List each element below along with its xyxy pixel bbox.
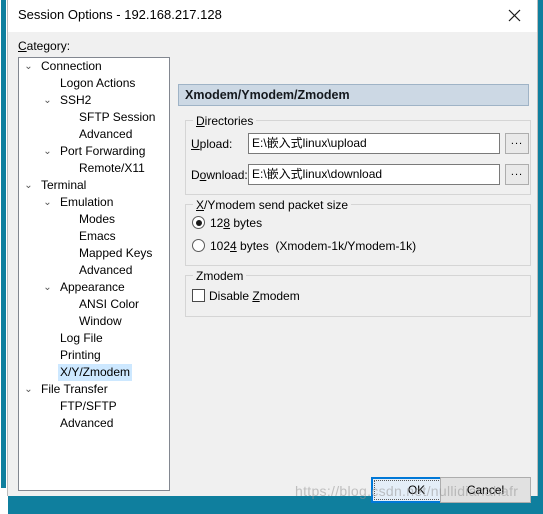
title-bar: Session Options - 192.168.217.128 — [8, 0, 537, 32]
download-browse-button[interactable]: ... — [505, 164, 529, 185]
checkbox-disable-zmodem[interactable]: Disable Zmodem — [192, 288, 300, 304]
radio-128-bytes[interactable]: 128 bytes — [192, 215, 262, 231]
sidebar-item-advanced[interactable]: Advanced — [19, 262, 169, 279]
zmodem-legend: Zmodem — [193, 269, 247, 283]
upload-browse-button[interactable]: ... — [505, 133, 529, 154]
sidebar-item-label: Appearance — [60, 280, 125, 294]
sidebar-item-x-y-zmodem[interactable]: X/Y/Zmodem — [19, 364, 169, 381]
chevron-down-icon[interactable]: ⌄ — [41, 143, 54, 160]
directories-group: Directories Upload: E:\嵌入式linux\upload .… — [185, 114, 531, 195]
session-options-dialog: Session Options - 192.168.217.128 Catego… — [7, 0, 538, 496]
sidebar-item-label: File Transfer — [41, 382, 108, 396]
directories-legend: Directories — [193, 114, 257, 128]
sidebar-item-sftp-session[interactable]: SFTP Session — [19, 109, 169, 126]
sidebar-item-printing[interactable]: Printing — [19, 347, 169, 364]
sidebar-item-connection[interactable]: ⌄ Connection — [19, 58, 169, 75]
sidebar-item-ssh2[interactable]: ⌄ SSH2 — [19, 92, 169, 109]
upload-path-input[interactable]: E:\嵌入式linux\upload — [248, 133, 500, 154]
sidebar-item-log-file[interactable]: Log File — [19, 330, 169, 347]
sidebar-item-label: Emacs — [79, 229, 116, 243]
sidebar-item-label: Logon Actions — [60, 76, 136, 90]
sidebar-item-label: Modes — [79, 212, 116, 226]
desktop-left-stripe-inner — [1, 0, 6, 488]
sidebar-item-label: Advanced — [79, 263, 133, 277]
sidebar-item-label: Advanced — [79, 127, 133, 141]
window-title: Session Options - 192.168.217.128 — [18, 7, 222, 22]
sidebar-item-label: X/Y/Zmodem — [58, 364, 133, 381]
sidebar-item-terminal[interactable]: ⌄ Terminal — [19, 177, 169, 194]
checkbox-disable-zmodem-label: Disable Zmodem — [209, 289, 300, 303]
sidebar-item-ftp-sftp[interactable]: FTP/SFTP — [19, 398, 169, 415]
download-label: Download: — [191, 168, 248, 182]
sidebar-item-appearance[interactable]: ⌄ Appearance — [19, 279, 169, 296]
sidebar-item-label: SSH2 — [60, 93, 92, 107]
sidebar-item-mapped-keys[interactable]: Mapped Keys — [19, 245, 169, 262]
sidebar-item-label: FTP/SFTP — [60, 399, 117, 413]
radio-1024-bytes[interactable]: 1024 bytes (Xmodem-1k/Ymodem-1k) — [192, 238, 416, 254]
sidebar-item-file-transfer[interactable]: ⌄ File Transfer — [19, 381, 169, 398]
page-title: Xmodem/Ymodem/Zmodem — [178, 84, 529, 106]
sidebar-item-label: SFTP Session — [79, 110, 156, 124]
radio-128-bytes-label: 128 bytes — [210, 216, 263, 230]
desktop-right-edge — [538, 0, 543, 514]
sidebar-item-advanced[interactable]: Advanced — [19, 126, 169, 143]
sidebar-item-label: Terminal — [41, 178, 87, 192]
sidebar-item-label: Printing — [60, 348, 101, 362]
sidebar-item-label: ANSI Color — [79, 297, 140, 311]
sidebar-item-logon-actions[interactable]: Logon Actions — [19, 75, 169, 92]
sidebar-item-emacs[interactable]: Emacs — [19, 228, 169, 245]
sidebar-item-modes[interactable]: Modes — [19, 211, 169, 228]
sidebar-item-label: Port Forwarding — [60, 144, 146, 158]
sidebar-item-remote-x11[interactable]: Remote/X11 — [19, 160, 169, 177]
radio-128-bytes-mark — [192, 216, 205, 229]
zmodem-group: Zmodem Disable Zmodem — [185, 269, 531, 317]
chevron-down-icon[interactable]: ⌄ — [41, 194, 54, 211]
chevron-down-icon[interactable]: ⌄ — [22, 177, 35, 194]
sidebar-item-window[interactable]: Window — [19, 313, 169, 330]
upload-label: Upload: — [191, 137, 233, 151]
sidebar-item-ansi-color[interactable]: ANSI Color — [19, 296, 169, 313]
dialog-body: Category: ⌄ Connection Logon Actions ⌄ SSH2 S… — [8, 32, 537, 496]
sidebar-item-label: Log File — [60, 331, 103, 345]
sidebar-item-label: Window — [79, 314, 122, 328]
radio-1024-bytes-label: 1024 bytes (Xmodem-1k/Ymodem-1k) — [210, 239, 417, 253]
checkbox-disable-zmodem-mark — [192, 289, 205, 302]
download-path-input[interactable]: E:\嵌入式linux\download — [248, 164, 500, 185]
cancel-button[interactable]: Cancel — [440, 477, 531, 503]
sidebar-item-emulation[interactable]: ⌄ Emulation — [19, 194, 169, 211]
sidebar-item-label: Connection — [41, 59, 102, 73]
radio-1024-bytes-mark — [192, 239, 205, 252]
sidebar-item-label: Remote/X11 — [79, 161, 145, 175]
packet-size-group: X/Ymodem send packet size 128 bytes 1024… — [185, 198, 531, 266]
category-label: Category: — [18, 39, 71, 53]
sidebar-item-port-forwarding[interactable]: ⌄ Port Forwarding — [19, 143, 169, 160]
close-icon[interactable] — [492, 0, 537, 30]
chevron-down-icon[interactable]: ⌄ — [22, 58, 35, 75]
category-tree[interactable]: ⌄ Connection Logon Actions ⌄ SSH2 SFTP Sessio… — [18, 57, 170, 491]
sidebar-item-label: Mapped Keys — [79, 246, 153, 260]
sidebar-item-label: Emulation — [60, 195, 114, 209]
sidebar-item-advanced[interactable]: Advanced — [19, 415, 169, 432]
sidebar-item-label: Advanced — [60, 416, 114, 430]
chevron-down-icon[interactable]: ⌄ — [41, 92, 54, 109]
chevron-down-icon[interactable]: ⌄ — [22, 381, 35, 398]
packet-size-legend: X/Ymodem send packet size — [193, 198, 352, 212]
chevron-down-icon[interactable]: ⌄ — [41, 279, 54, 296]
